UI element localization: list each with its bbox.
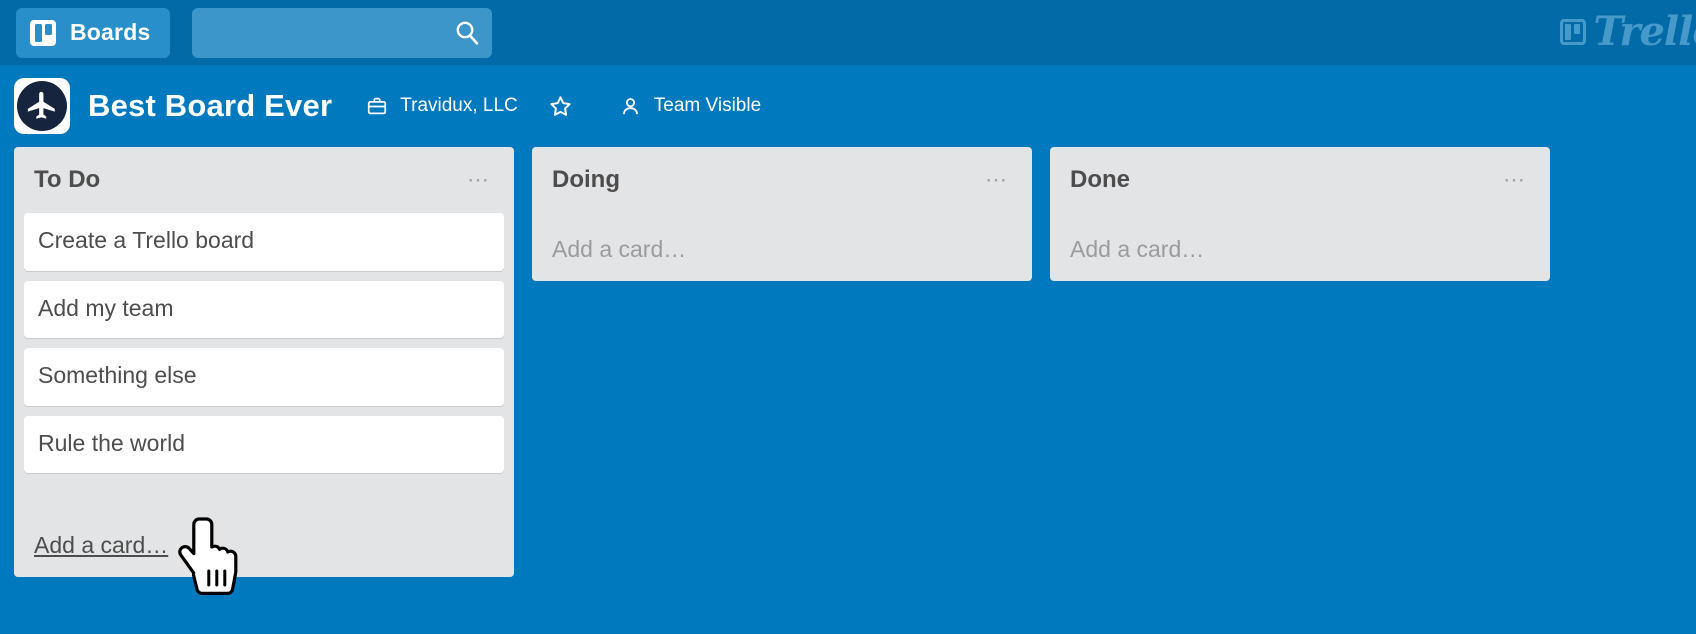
list-menu-icon[interactable]: ⋯ [979,165,1014,195]
card[interactable]: Rule the world [24,416,504,474]
add-card-button[interactable]: Add a card… [1050,224,1550,281]
person-icon [619,95,642,118]
add-card-button[interactable]: Add a card… [532,224,1032,281]
list-header: To Do ⋯ [14,147,514,213]
card-list [532,213,1032,224]
list-done: Done ⋯ Add a card… [1050,147,1550,281]
star-icon [548,94,573,119]
add-card-label: Add a card… [34,532,168,558]
trello-board-icon [30,20,56,46]
list-header: Doing ⋯ [532,147,1032,213]
board-team-label: Travidux, LLC [400,95,518,117]
top-navigation-bar: Boards Trello [0,0,1696,65]
briefcase-icon [366,95,388,117]
card-list: Create a Trello board Add my team Someth… [14,213,514,520]
board-title[interactable]: Best Board Ever [88,88,332,124]
card-list [1050,213,1550,224]
board-visibility-button[interactable]: Team Visible [619,95,761,118]
list-title[interactable]: Doing [552,166,979,194]
board-team-button[interactable]: Travidux, LLC [366,95,518,117]
add-card-button[interactable]: Add a card… [14,520,514,577]
search-box[interactable] [192,8,492,58]
list-doing: Doing ⋯ Add a card… [532,147,1032,281]
trello-board-app: Boards Trello [0,0,1696,634]
search-input[interactable] [192,8,492,58]
list-title[interactable]: Done [1070,166,1497,194]
trello-wordmark-text: Trello [1594,12,1696,52]
boards-button-label: Boards [70,19,150,46]
card[interactable]: Create a Trello board [24,213,504,271]
add-card-label: Add a card… [552,236,686,262]
trello-board-icon [1560,19,1586,45]
boards-button[interactable]: Boards [16,8,170,58]
list-menu-icon[interactable]: ⋯ [461,165,496,195]
board-header: Best Board Ever Travidux, LLC [0,65,1696,147]
add-card-label: Add a card… [1070,236,1204,262]
trello-logo[interactable]: Trello [1560,9,1696,55]
card[interactable]: Something else [24,348,504,406]
airplane-icon [17,81,67,131]
board-avatar[interactable] [14,78,70,134]
board-canvas: To Do ⋯ Create a Trello board Add my tea… [0,147,1696,634]
list-to-do: To Do ⋯ Create a Trello board Add my tea… [14,147,514,577]
star-board-button[interactable] [548,94,585,119]
list-menu-icon[interactable]: ⋯ [1497,165,1532,195]
list-header: Done ⋯ [1050,147,1550,213]
list-title[interactable]: To Do [34,166,461,194]
card[interactable]: Add my team [24,281,504,339]
board-visibility-label: Team Visible [654,95,761,117]
